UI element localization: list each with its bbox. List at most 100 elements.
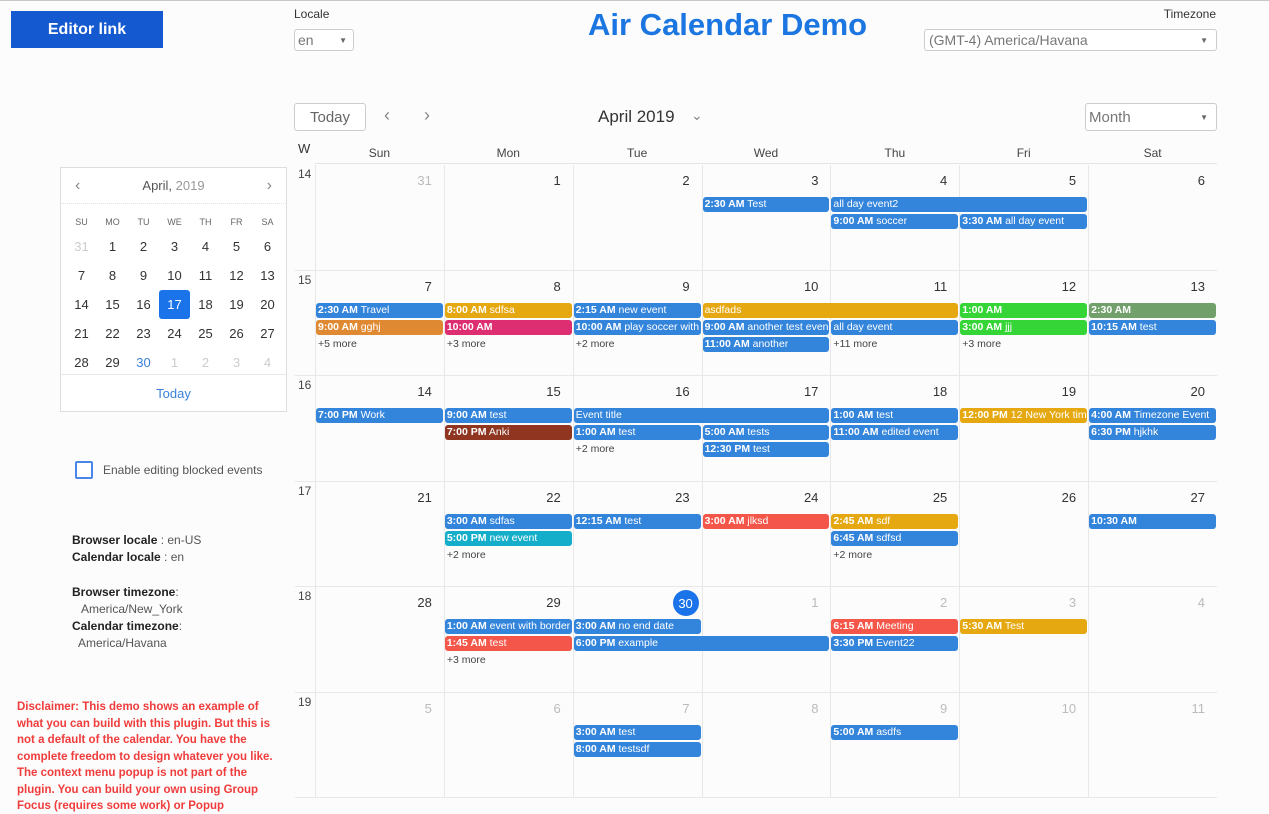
- day-number[interactable]: 10: [1062, 701, 1076, 716]
- day-number[interactable]: 1: [553, 173, 560, 188]
- day-cell[interactable]: 19: [959, 376, 1088, 481]
- calendar-event[interactable]: 9:00 AM another test even: [702, 319, 830, 335]
- day-number[interactable]: 2: [682, 173, 689, 188]
- day-number[interactable]: 10: [804, 279, 818, 294]
- day-number[interactable]: 21: [417, 490, 431, 505]
- calendar-event[interactable]: 10:00 AM play soccer with: [573, 319, 701, 335]
- calendar-event[interactable]: 2:30 AM Test: [702, 197, 830, 212]
- day-cell[interactable]: 11: [1088, 692, 1217, 797]
- mini-day[interactable]: 1: [97, 232, 128, 261]
- day-cell[interactable]: 6: [443, 692, 573, 797]
- more-events-link[interactable]: +2 more: [447, 549, 486, 561]
- calendar-event[interactable]: 6:15 AM Meeting: [831, 619, 959, 634]
- day-cell[interactable]: 21: [315, 481, 444, 586]
- more-events-link[interactable]: +2 more: [576, 338, 615, 350]
- timezone-select[interactable]: (GMT-4) America/Havana ▼: [924, 29, 1217, 51]
- mini-day[interactable]: 4: [190, 232, 221, 261]
- calendar-event[interactable]: 5:00 AM tests: [702, 425, 830, 440]
- day-cell[interactable]: 1: [443, 165, 573, 270]
- calendar-event[interactable]: 2:30 AM Travel: [316, 302, 443, 318]
- more-events-link[interactable]: +5 more: [318, 338, 357, 350]
- mini-day[interactable]: 30: [128, 348, 159, 377]
- day-number[interactable]: 18: [933, 384, 947, 399]
- mini-day[interactable]: 2: [128, 232, 159, 261]
- mini-day[interactable]: 18: [190, 290, 221, 319]
- mini-day[interactable]: 21: [66, 319, 97, 348]
- day-number[interactable]: 16: [675, 384, 689, 399]
- more-events-link[interactable]: +2 more: [833, 549, 872, 561]
- calendar-event[interactable]: 5:00 AM asdfs: [831, 724, 959, 740]
- prev-period-button[interactable]: ‹: [384, 105, 390, 126]
- calendar-event[interactable]: 1:00 AM event with border: [444, 619, 572, 634]
- calendar-event[interactable]: 9:00 AM gghj: [316, 319, 443, 335]
- calendar-event[interactable]: all day event2: [831, 197, 1088, 212]
- day-number[interactable]: 7: [425, 279, 432, 294]
- day-cell[interactable]: 8: [701, 692, 831, 797]
- day-number[interactable]: 2: [940, 595, 947, 610]
- day-number[interactable]: 23: [675, 490, 689, 505]
- mini-day[interactable]: 3: [159, 232, 190, 261]
- calendar-event[interactable]: asdfads: [702, 302, 959, 318]
- calendar-event[interactable]: 1:00 AM test: [573, 425, 701, 440]
- day-number[interactable]: 9: [940, 701, 947, 716]
- mini-day[interactable]: 6: [252, 232, 283, 261]
- calendar-event[interactable]: 10:00 AM: [444, 319, 572, 335]
- calendar-event[interactable]: Event title: [573, 408, 830, 423]
- mini-day[interactable]: 12: [221, 261, 252, 290]
- mini-day[interactable]: 19: [221, 290, 252, 319]
- calendar-event[interactable]: 4:00 AM Timezone Event: [1089, 408, 1216, 423]
- calendar-event[interactable]: 11:00 AM another: [702, 336, 830, 352]
- mini-today-button[interactable]: Today: [61, 374, 286, 411]
- day-cell[interactable]: 6: [1088, 165, 1217, 270]
- mini-day[interactable]: 5: [221, 232, 252, 261]
- mini-day[interactable]: 8: [97, 261, 128, 290]
- view-select[interactable]: Month ▼: [1085, 103, 1217, 131]
- calendar-event[interactable]: 9:00 AM soccer: [831, 214, 959, 229]
- day-number[interactable]: 29: [546, 595, 560, 610]
- day-number[interactable]: 5: [1069, 173, 1076, 188]
- calendar-event[interactable]: 9:00 AM test: [444, 408, 572, 423]
- day-number[interactable]: 3: [811, 173, 818, 188]
- calendar-event[interactable]: 3:00 AM jjj: [960, 319, 1088, 335]
- calendar-event[interactable]: 10:30 AM: [1089, 513, 1216, 529]
- calendar-event[interactable]: 6:30 PM hjkhk: [1089, 425, 1216, 440]
- calendar-event[interactable]: 8:00 AM sdfsa: [444, 302, 572, 318]
- day-number[interactable]: 20: [1191, 384, 1205, 399]
- more-events-link[interactable]: +11 more: [833, 338, 877, 350]
- mini-day[interactable]: 7: [66, 261, 97, 290]
- day-number[interactable]: 27: [1191, 490, 1205, 505]
- calendar-event[interactable]: 10:15 AM test: [1089, 319, 1216, 335]
- day-number[interactable]: 17: [804, 384, 818, 399]
- day-cell[interactable]: 14: [315, 376, 444, 481]
- calendar-event[interactable]: 5:00 PM new event: [444, 530, 572, 546]
- today-button[interactable]: Today: [294, 103, 366, 131]
- calendar-event[interactable]: 6:45 AM sdfsd: [831, 530, 959, 546]
- day-number[interactable]: 31: [417, 173, 431, 188]
- day-cell[interactable]: 10: [959, 692, 1088, 797]
- day-number[interactable]: 4: [940, 173, 947, 188]
- mini-day[interactable]: 10: [159, 261, 190, 290]
- day-number[interactable]: 13: [1191, 279, 1205, 294]
- day-number[interactable]: 28: [417, 595, 431, 610]
- day-cell[interactable]: 23: [572, 481, 702, 586]
- calendar-event[interactable]: 5:30 AM Test: [960, 619, 1088, 634]
- day-number[interactable]: 6: [1198, 173, 1205, 188]
- day-number[interactable]: 26: [1062, 490, 1076, 505]
- day-number[interactable]: 9: [682, 279, 689, 294]
- day-cell[interactable]: 28: [315, 587, 444, 692]
- mini-day[interactable]: 27: [252, 319, 283, 348]
- calendar-event[interactable]: all day event: [831, 319, 959, 335]
- mini-day[interactable]: 23: [128, 319, 159, 348]
- calendar-event[interactable]: 3:30 PM Event22: [831, 636, 959, 651]
- day-number[interactable]: 25: [933, 490, 947, 505]
- mini-day[interactable]: 1: [159, 348, 190, 377]
- day-number[interactable]: 3: [1069, 595, 1076, 610]
- today-date-badge[interactable]: 30: [672, 590, 699, 616]
- mini-day[interactable]: 26: [221, 319, 252, 348]
- more-events-link[interactable]: +3 more: [447, 338, 486, 350]
- day-cell[interactable]: 2: [572, 165, 702, 270]
- day-cell[interactable]: 27: [1088, 481, 1217, 586]
- mini-day[interactable]: 31: [66, 232, 97, 261]
- mini-day[interactable]: 25: [190, 319, 221, 348]
- mini-day[interactable]: 13: [252, 261, 283, 290]
